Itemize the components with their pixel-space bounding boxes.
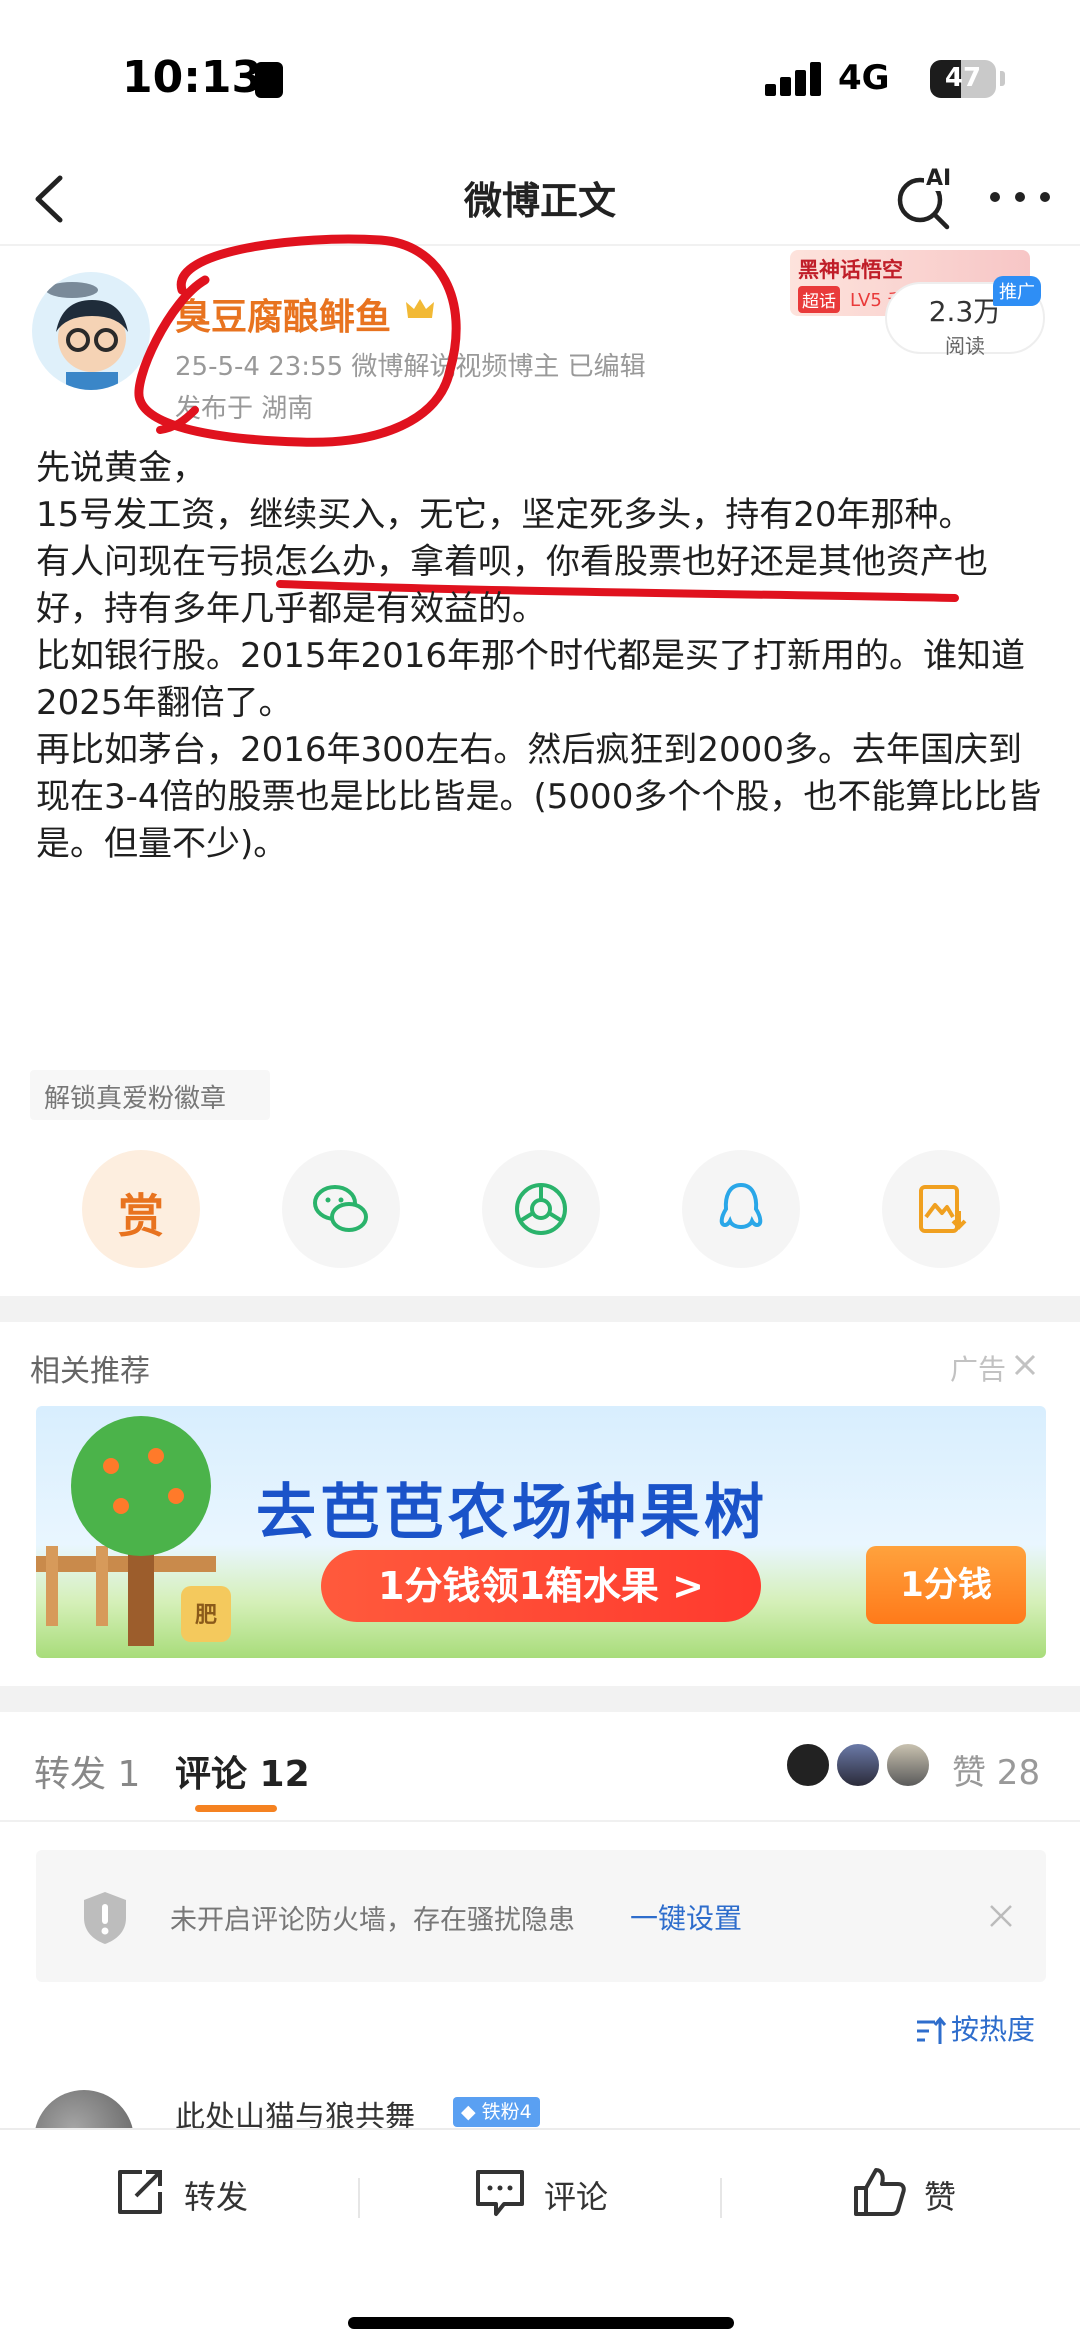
crown-icon (406, 299, 434, 318)
nav-bar: 微博正文 AI (0, 150, 1080, 246)
related-title: 相关推荐 (30, 1354, 150, 1389)
sort-by-hot-button[interactable]: 按热度 (915, 2008, 1035, 2048)
post-line: 再比如茅台，2016年300左右。然后疯狂到2000多。去年国庆到现在3-4倍的… (36, 730, 1042, 864)
share-wechat-button[interactable] (282, 1150, 400, 1268)
bar-separator (720, 2178, 722, 2218)
person-icon (255, 62, 283, 98)
network-type: 4G (838, 58, 890, 98)
save-image-button[interactable] (882, 1150, 1000, 1268)
section-divider (0, 1296, 1080, 1322)
post-body: 先说黄金， 15号发工资，继续买入，无它，坚定死多头，持有20年那种。 有人问现… (36, 445, 1046, 868)
author-name[interactable]: 臭豆腐酿鲱鱼 (175, 288, 391, 340)
unlock-fan-badge[interactable]: 解锁真爱粉徽章 (30, 1070, 270, 1120)
ad-label: 广告 (950, 1353, 1007, 1386)
more-icon (990, 192, 1050, 202)
like-label: 赞 (924, 2178, 957, 2216)
ad-title: 去芭芭农场种果树 (256, 1478, 768, 1548)
unlock-label: 解锁真爱粉徽章 (44, 1084, 227, 1114)
author-avatar[interactable] (32, 272, 150, 390)
more-button[interactable] (985, 172, 1055, 222)
tabs-divider (0, 1820, 1080, 1822)
fruit-tree-illustration: 肥 (36, 1416, 231, 1646)
wechat-icon (313, 1185, 368, 1232)
repost-label: 转发 (184, 2178, 249, 2216)
sort-icon (917, 2016, 947, 2044)
save-image-icon (919, 1185, 967, 1233)
close-icon[interactable] (987, 1902, 1015, 1930)
tab-repost[interactable]: 转发 1 (34, 1745, 140, 1797)
post-line: 比如银行股。2015年2016年那个时代都是买了打新用的。谁知道2025年翻倍了… (36, 636, 1026, 723)
bar-separator (358, 2178, 360, 2218)
comment-label: 评论 (544, 2178, 609, 2216)
bottom-action-bar: 转发 评论 赞 (0, 2128, 1080, 2347)
moments-icon (515, 1183, 567, 1235)
fan-badge-label: 铁粉4 (481, 2101, 532, 2123)
shield-icon (84, 1892, 126, 1944)
comment-firewall-notice: 未开启评论防火墙，存在骚扰隐患 一键设置 (36, 1850, 1046, 1982)
section-divider (0, 1686, 1080, 1712)
battery-icon: 47 (930, 60, 996, 98)
badge-tag: 超话 (798, 286, 840, 313)
liker-avatar (835, 1742, 881, 1788)
post-line: 有人问现在亏损怎么办，拿着呗，你看股票也好还是其他资产也好，持有多年几乎都是有效… (36, 542, 988, 629)
reward-button[interactable]: 赏 (82, 1150, 200, 1268)
post-line: 15号发工资，继续买入，无它，坚定死多头，持有20年那种。 (36, 495, 973, 535)
post-line: 先说黄金， (36, 448, 206, 488)
fan-badge: ◆ 铁粉4 (453, 2097, 540, 2127)
signal-icon (765, 62, 823, 96)
badge-title: 黑神话悟空 (798, 258, 903, 282)
close-icon[interactable] (1012, 1352, 1038, 1378)
comment-icon (476, 2170, 524, 2216)
repost-icon (118, 2170, 162, 2214)
home-indicator (348, 2317, 734, 2329)
ai-search-button[interactable]: AI (890, 162, 960, 232)
share-moments-button[interactable] (482, 1150, 600, 1268)
promote-tag[interactable]: 推广 (993, 276, 1041, 306)
status-bar: 10:13 4G 47 (0, 0, 1080, 150)
sort-label: 按热度 (951, 2013, 1036, 2046)
post-meta: 25-5-4 23:55 微博解说视频博主 已编辑 (175, 352, 646, 382)
firewall-text: 未开启评论防火墙，存在骚扰隐患 (170, 1905, 575, 1936)
post-location: 发布于 湖南 (175, 394, 314, 424)
thumbs-up-icon (854, 2168, 906, 2216)
read-label: 阅读 (945, 334, 985, 358)
qq-icon (719, 1182, 763, 1229)
one-click-setup-link[interactable]: 一键设置 (630, 1897, 742, 1937)
ai-label: AI (924, 166, 954, 191)
status-time: 10:13 (122, 52, 263, 103)
share-qq-button[interactable] (682, 1150, 800, 1268)
like-button[interactable]: 赞 (852, 2164, 992, 2224)
liker-avatar (885, 1742, 931, 1788)
reward-label: 赏 (118, 1189, 164, 1243)
like-count[interactable]: 赞 28 (952, 1745, 1040, 1794)
ad-cta-button[interactable]: 1分钱领1箱水果 > (321, 1550, 761, 1622)
liker-avatar (785, 1742, 831, 1788)
fertilizer-bag-label: 肥 (195, 1603, 217, 1628)
repost-button[interactable]: 转发 (112, 2164, 292, 2224)
liker-avatars[interactable] (785, 1742, 935, 1792)
battery-tip (1000, 71, 1005, 86)
ad-banner[interactable]: 肥 去芭芭农场种果树 1分钱领1箱水果 > 1分钱 (36, 1406, 1046, 1658)
nav-divider (0, 244, 1080, 246)
tab-comment[interactable]: 评论 12 (175, 1745, 310, 1797)
avatar-illustration (46, 282, 128, 390)
ad-price-tag[interactable]: 1分钱 (866, 1546, 1026, 1624)
battery-percent: 47 (944, 63, 982, 93)
comment-button[interactable]: 评论 (472, 2164, 652, 2224)
active-tab-indicator (195, 1805, 277, 1812)
